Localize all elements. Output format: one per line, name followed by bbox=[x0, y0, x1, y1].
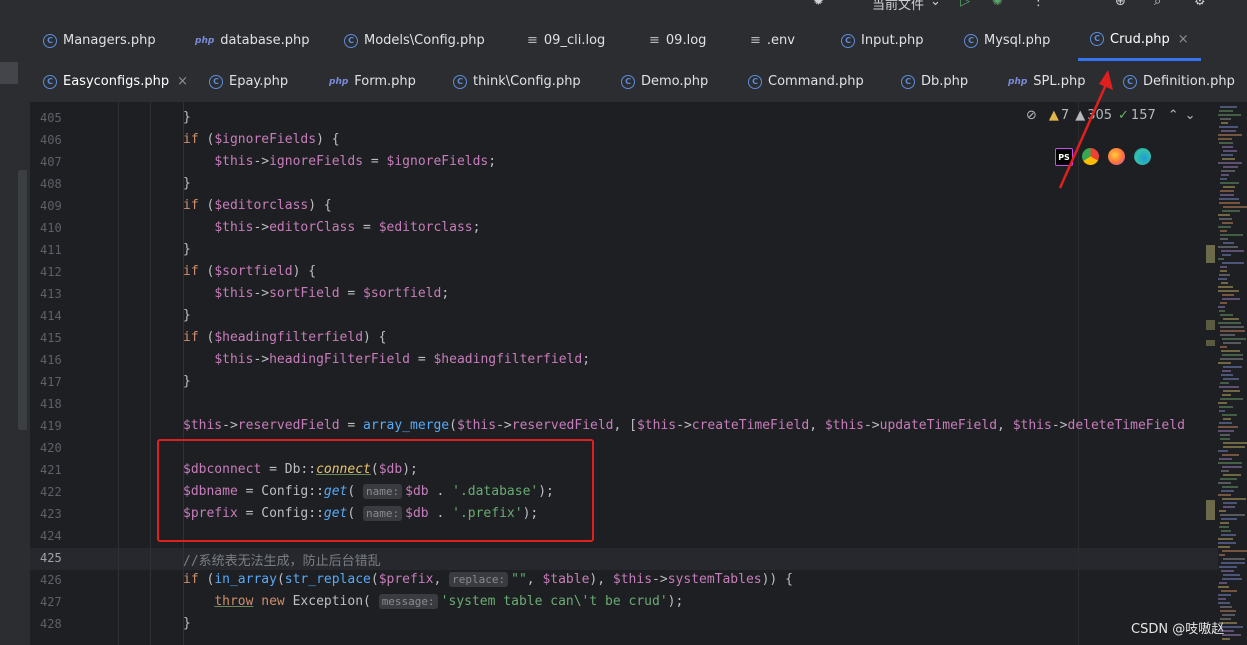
watermark: CSDN @吱嗷赵 bbox=[1131, 622, 1225, 637]
red-arrow-annotation bbox=[1058, 70, 1113, 189]
